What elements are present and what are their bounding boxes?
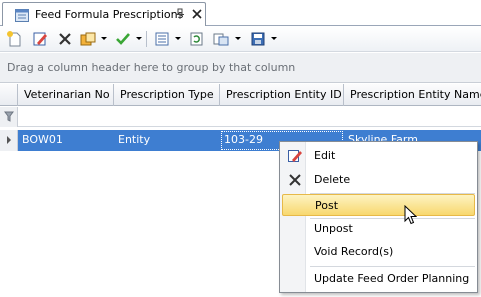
column-header-veterinarian-no[interactable]: Veterinarian No [18,84,114,106]
menu-item-void-records[interactable]: Void Record(s) [282,241,475,263]
menu-separator [310,266,475,267]
cell-prescription-entity-id[interactable]: 103-29 [224,133,263,146]
menu-item-post[interactable]: Post [282,194,475,216]
chevron-down-icon[interactable] [235,37,241,40]
menu-item-delete[interactable]: Delete [282,169,475,191]
menu-item-label: Update Feed Order Planning [314,272,470,285]
chevron-down-icon[interactable] [101,37,107,40]
export-icon[interactable] [212,30,230,48]
close-icon[interactable] [191,8,203,20]
menu-item-label: Post [315,199,339,212]
toolbar-separator [146,31,147,47]
tab-title: Feed Formula Prescriptions [35,8,184,21]
header-indicator [0,84,18,106]
tab-feed-formula-prescriptions[interactable]: Feed Formula Prescriptions [2,2,206,26]
cell-veterinarian-no[interactable]: BOW01 [22,133,63,146]
group-panel-hint: Drag a column header here to group by th… [7,61,296,74]
records-icon[interactable] [79,30,97,48]
list-view-icon[interactable] [153,30,171,48]
menu-item-label: Void Record(s) [314,245,394,258]
chevron-down-icon[interactable] [271,37,277,40]
column-header-prescription-type[interactable]: Prescription Type [114,84,220,106]
chevron-down-icon[interactable] [175,37,181,40]
group-by-panel[interactable]: Drag a column header here to group by th… [0,53,481,83]
pin-icon[interactable] [175,8,185,20]
save-icon[interactable] [249,30,267,48]
context-menu: Edit Delete Post Unpost Void Record(s) U… [279,141,478,293]
row-arrow-icon [7,136,11,144]
column-header-prescription-entity-id[interactable]: Prescription Entity ID [220,84,344,106]
menu-item-update-feed-order-planning[interactable]: Update Feed Order Planning [282,268,475,290]
edit-record-icon[interactable] [31,30,49,48]
menu-item-unpost[interactable]: Unpost [282,218,475,240]
checkmark-icon[interactable] [114,30,132,48]
delete-icon [287,172,303,191]
refresh-icon[interactable] [188,30,206,48]
mouse-cursor-icon [404,204,418,228]
filter-icon [4,111,14,125]
menu-item-label: Delete [314,173,351,186]
edit-icon [287,148,303,167]
chevron-down-icon[interactable] [136,37,142,40]
delete-icon[interactable] [56,30,74,48]
menu-item-label: Unpost [314,222,353,235]
filter-row-indicator [0,107,18,127]
document-icon [15,9,29,22]
filter-row[interactable] [0,107,481,127]
column-header-prescription-entity-name[interactable]: Prescription Entity Name [344,84,481,106]
cell-prescription-type[interactable]: Entity [118,133,150,146]
toolbar [0,27,481,52]
grid-header: Veterinarian No Prescription Type Prescr… [0,84,481,106]
new-record-icon[interactable] [6,30,24,48]
document-tab-strip: Feed Formula Prescriptions [0,0,481,26]
row-indicator [0,130,18,151]
menu-item-edit[interactable]: Edit [282,145,475,167]
menu-item-label: Edit [314,149,336,162]
